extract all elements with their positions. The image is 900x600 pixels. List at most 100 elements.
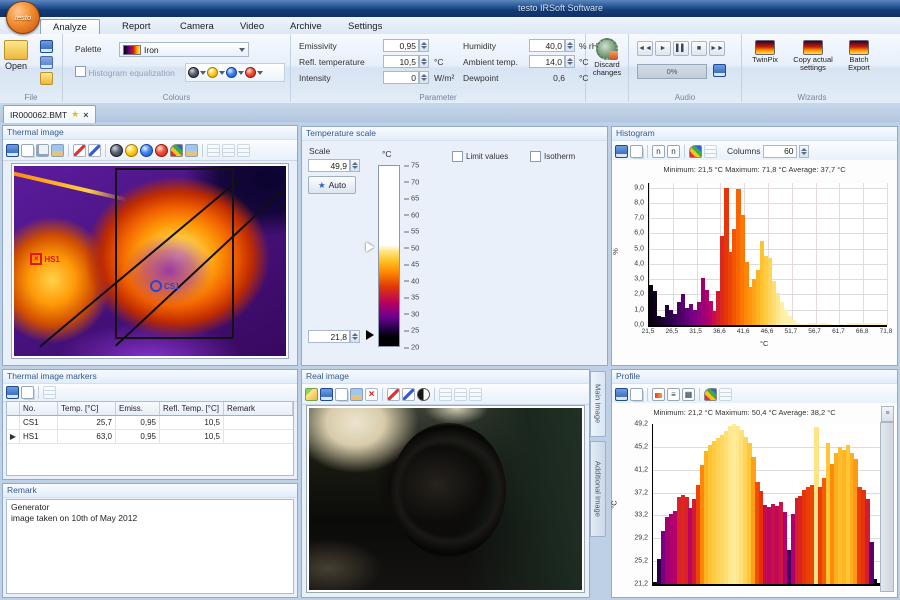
- save-icon[interactable]: [6, 144, 19, 157]
- profile-chart-icon[interactable]: [652, 388, 665, 401]
- scale-max-arrow[interactable]: [366, 242, 374, 252]
- chevron-down-icon[interactable]: [200, 71, 206, 75]
- tab-main-image[interactable]: Main Image: [590, 371, 606, 437]
- contrast-icon[interactable]: [417, 388, 430, 401]
- draw-profile-icon[interactable]: [402, 388, 415, 401]
- auto-scale-button[interactable]: ★ Auto: [308, 176, 356, 194]
- tab-settings[interactable]: Settings: [336, 19, 394, 34]
- copy-icon[interactable]: [21, 386, 34, 399]
- hot-spot-red-icon[interactable]: [245, 67, 256, 78]
- columns-spinner[interactable]: [799, 145, 809, 158]
- isotherm-checkbox[interactable]: [530, 151, 541, 162]
- intensity-field[interactable]: 0: [383, 71, 419, 84]
- columns-field[interactable]: 60: [763, 145, 797, 158]
- ambient-temp-spinner[interactable]: [565, 55, 575, 68]
- copy-icon[interactable]: [630, 145, 643, 158]
- tab-video[interactable]: Video: [228, 19, 276, 34]
- palette-dropdown[interactable]: Iron: [119, 42, 249, 57]
- audio-save-icon[interactable]: [713, 64, 726, 77]
- export-image-icon[interactable]: [350, 388, 363, 401]
- hot-spot-marker[interactable]: × HS1: [30, 253, 60, 265]
- copy-icon[interactable]: [335, 388, 348, 401]
- scale-min-field[interactable]: 21,8: [308, 330, 350, 343]
- refl-temp-spinner[interactable]: [419, 55, 429, 68]
- crop-icon[interactable]: [36, 144, 49, 157]
- tab-camera[interactable]: Camera: [168, 19, 226, 34]
- batch-export-button[interactable]: Batch Export: [840, 40, 878, 72]
- temperature-color-bar[interactable]: [378, 165, 400, 347]
- scale-min-spinner[interactable]: [350, 330, 360, 343]
- grid-export-icon[interactable]: [237, 144, 250, 157]
- table-row[interactable]: CS1 25,7 0,95 10,5: [7, 416, 293, 430]
- profile-table-icon[interactable]: ▦: [682, 388, 695, 401]
- export-image-icon[interactable]: [51, 144, 64, 157]
- cold-spot-blue-icon[interactable]: [226, 67, 237, 78]
- chevron-down-icon[interactable]: [219, 71, 225, 75]
- remove-image-icon[interactable]: ×: [365, 388, 378, 401]
- cold-spot-icon[interactable]: [140, 144, 153, 157]
- ambient-temp-field[interactable]: 14,0: [529, 55, 565, 68]
- skip-forward-button[interactable]: ►►: [709, 41, 725, 56]
- zoom-out-icon[interactable]: [454, 388, 467, 401]
- grid-icon[interactable]: [207, 144, 220, 157]
- tab-archive[interactable]: Archive: [278, 19, 334, 34]
- skip-back-button[interactable]: ◄◄: [637, 41, 653, 56]
- image-overlay-icon[interactable]: [185, 144, 198, 157]
- discard-changes-button[interactable]: Discard changes: [592, 38, 622, 77]
- close-file-icon[interactable]: [40, 72, 53, 85]
- count-mode-icon[interactable]: n: [652, 145, 665, 158]
- remark-textarea[interactable]: Generator image taken on 10th of May 201…: [6, 499, 294, 594]
- copy-icon[interactable]: [630, 388, 643, 401]
- emissivity-spinner[interactable]: [419, 39, 429, 52]
- grid-icon[interactable]: [719, 388, 732, 401]
- grid-dense-icon[interactable]: [222, 144, 235, 157]
- palette-icon[interactable]: [170, 144, 183, 157]
- draw-profile-icon[interactable]: [88, 144, 101, 157]
- dark-marker-icon[interactable]: [188, 67, 199, 78]
- hottest-spot-icon[interactable]: [155, 144, 168, 157]
- twinpix-button[interactable]: TwinPix: [744, 40, 786, 64]
- save-icon[interactable]: [320, 388, 333, 401]
- copy-actual-settings-button[interactable]: Copy actual settings: [790, 40, 836, 72]
- tab-report[interactable]: Report: [110, 19, 163, 34]
- save-icon[interactable]: [40, 40, 53, 53]
- measure-rectangle[interactable]: [115, 168, 235, 339]
- play-button[interactable]: ►: [655, 41, 671, 56]
- scale-min-arrow[interactable]: [366, 330, 374, 340]
- limit-values-checkbox[interactable]: [452, 151, 463, 162]
- grid-icon[interactable]: [704, 145, 717, 158]
- intensity-spinner[interactable]: [419, 71, 429, 84]
- histogram-eq-checkbox[interactable]: [75, 66, 86, 77]
- table-row[interactable]: ▶ HS1 63,0 0,95 10,5: [7, 430, 293, 444]
- close-tab-icon[interactable]: ×: [83, 110, 88, 120]
- app-orb-button[interactable]: testo: [6, 1, 40, 34]
- profile-scrollbar[interactable]: [880, 422, 894, 592]
- open-button[interactable]: Open: [4, 40, 28, 71]
- hot-spot-icon[interactable]: [125, 144, 138, 157]
- copy-icon[interactable]: [21, 144, 34, 157]
- hot-spot-yellow-icon[interactable]: [207, 67, 218, 78]
- tab-analyze[interactable]: Analyze: [40, 19, 100, 35]
- save-icon[interactable]: [615, 145, 628, 158]
- profile-values-icon[interactable]: ≡: [667, 388, 680, 401]
- pause-button[interactable]: ▌▌: [673, 41, 689, 56]
- save-icon[interactable]: [615, 388, 628, 401]
- palette-icon[interactable]: [704, 388, 717, 401]
- row-selector[interactable]: [7, 416, 20, 429]
- scale-max-spinner[interactable]: [350, 159, 360, 172]
- humidity-field[interactable]: 40,0: [529, 39, 565, 52]
- temp-point-icon[interactable]: [110, 144, 123, 157]
- chevron-down-icon[interactable]: [257, 71, 263, 75]
- emissivity-field[interactable]: 0,95: [383, 39, 419, 52]
- row-selector-arrow[interactable]: ▶: [7, 430, 20, 443]
- thermal-image-canvas[interactable]: × HS1 CS1: [14, 166, 286, 356]
- favorite-star-icon[interactable]: ★: [71, 109, 79, 120]
- palette-icon[interactable]: [689, 145, 702, 158]
- refl-temp-field[interactable]: 10,5: [383, 55, 419, 68]
- cold-spot-marker[interactable]: CS1: [150, 280, 180, 292]
- open-image-icon[interactable]: [305, 388, 318, 401]
- zoom-in-icon[interactable]: [469, 388, 482, 401]
- document-tab[interactable]: IR000062.BMT ★ ×: [3, 105, 96, 123]
- draw-marker-icon[interactable]: [73, 144, 86, 157]
- percent-mode-icon[interactable]: n: [667, 145, 680, 158]
